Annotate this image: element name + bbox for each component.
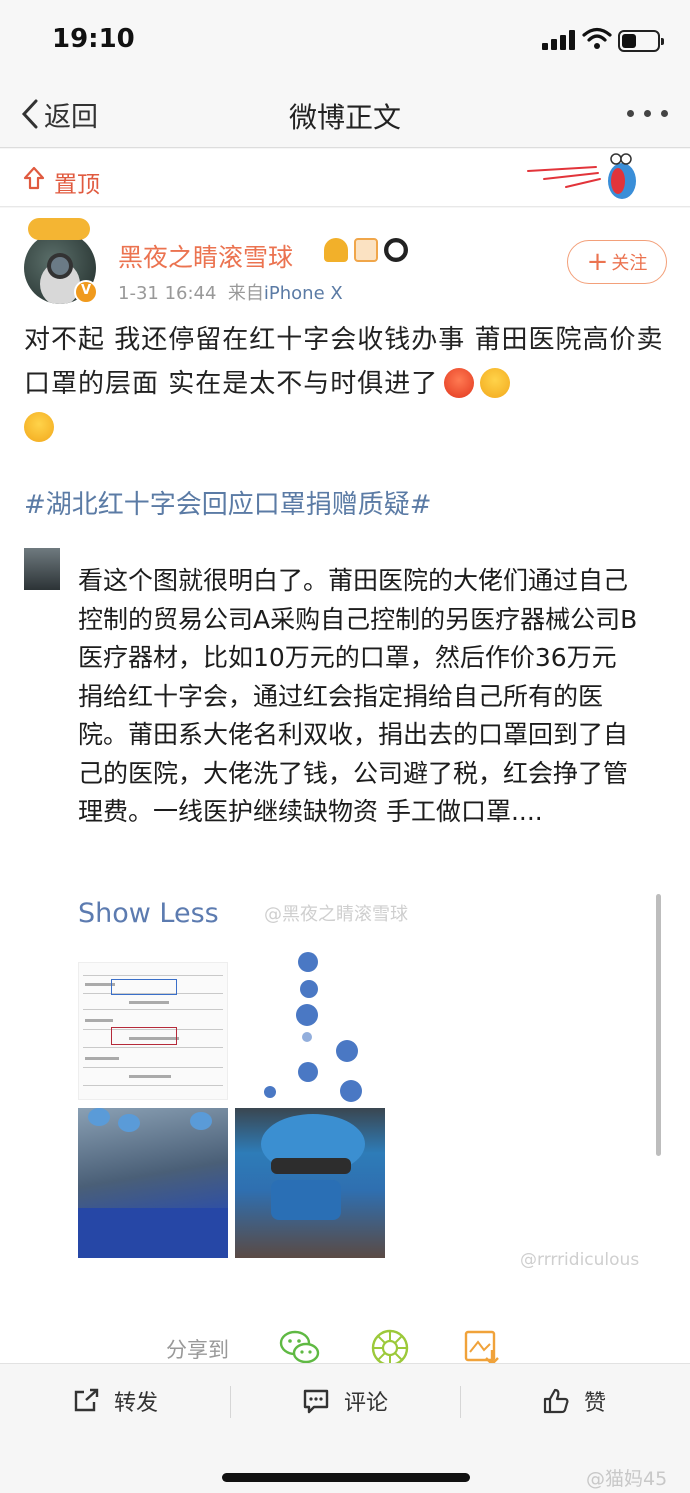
page-title: 微博正文	[288, 101, 401, 134]
thumbnail-mask-photo[interactable]	[235, 1108, 385, 1258]
signal-icon	[542, 30, 578, 50]
hashtag-link[interactable]: #湖北红十字会回应口罩捐赠质疑#	[24, 484, 432, 521]
post-text: 对不起 我还停留在红十字会收钱办事 莆田医院高价卖口罩的层面 实在是太不与时俱进…	[24, 318, 670, 450]
plus-icon: +	[586, 247, 609, 277]
share-label: 分享到	[166, 1338, 229, 1362]
avatar-badge	[28, 218, 90, 240]
repost-icon	[74, 1388, 99, 1412]
watermark: @黑夜之睛滚雪球	[264, 904, 408, 925]
battery-icon	[618, 30, 664, 52]
crying-emoji-icon	[24, 412, 54, 442]
action-bar: 转发 评论 赞 @猫妈45	[0, 1363, 690, 1493]
pin-label: 置顶	[54, 172, 100, 198]
crying-emoji-icon	[480, 368, 511, 398]
crown-icon	[324, 238, 348, 262]
watermark: @rrrridiculous	[520, 1250, 640, 1270]
thumbnail-workers-photo[interactable]	[78, 1108, 228, 1258]
scrollbar[interactable]	[656, 894, 661, 1156]
home-indicator[interactable]	[222, 1473, 470, 1482]
pin-top-icon	[23, 166, 45, 190]
source-prefix: 来自	[227, 283, 264, 304]
comment-icon	[303, 1389, 329, 1414]
divider	[460, 1386, 461, 1418]
repost-button[interactable]: 转发	[72, 1378, 158, 1424]
comment-button[interactable]: 评论	[302, 1378, 388, 1424]
share-row: 分享到	[166, 1328, 526, 1368]
post-meta: 1-31 16:44 来自iPhone X	[118, 279, 343, 305]
wifi-icon	[582, 27, 612, 49]
like-label: 赞	[584, 1391, 607, 1416]
panda-icon	[384, 238, 408, 262]
nav-bar: 返回 微博正文	[0, 80, 690, 148]
follow-label: 关注	[611, 253, 648, 274]
verified-icon	[74, 280, 98, 304]
inner-avatar	[24, 548, 60, 590]
status-time: 19:10	[52, 24, 135, 54]
embedded-text: 看这个图就很明白了。莆田医院的大佬们通过自己控制的贸易公司A采购自己控制的另医疗…	[78, 566, 638, 826]
post-card: 黑夜之睛滚雪球 1-31 16:44 来自iPhone X + 关注 对不起 我…	[0, 208, 690, 1367]
more-icon[interactable]	[627, 110, 668, 117]
thumbnail-diagram-image[interactable]	[236, 952, 386, 1102]
username[interactable]: 黑夜之睛滚雪球	[118, 238, 293, 274]
watermark: @猫妈45	[586, 1468, 668, 1490]
device-link[interactable]: iPhone X	[264, 283, 343, 304]
user-badges	[324, 238, 408, 262]
post-body: 对不起 我还停留在红十字会收钱办事 莆田医院高价卖口罩的层面 实在是太不与时俱进…	[24, 325, 664, 399]
member-badge-icon	[354, 238, 378, 262]
wechat-icon[interactable]	[278, 1328, 322, 1368]
decoration-icon	[527, 153, 636, 199]
thumbnail-table-image[interactable]	[78, 962, 228, 1100]
pin-bar: 置顶	[0, 149, 690, 207]
status-bar: 19:10	[0, 0, 690, 80]
moments-icon[interactable]	[370, 1328, 410, 1368]
like-button[interactable]: 赞	[542, 1378, 606, 1424]
angry-emoji-icon	[444, 368, 475, 398]
repost-label: 转发	[114, 1391, 159, 1416]
divider	[230, 1386, 231, 1418]
save-image-icon[interactable]	[462, 1328, 502, 1368]
show-less-link[interactable]: Show Less	[78, 898, 219, 929]
thumbs-up-icon	[543, 1388, 569, 1414]
follow-button[interactable]: + 关注	[567, 240, 667, 284]
comment-label: 评论	[344, 1391, 389, 1416]
post-timestamp: 1-31 16:44	[118, 283, 217, 304]
embedded-screenshot: 看这个图就很明白了。莆田医院的大佬们通过自己控制的贸易公司A采购自己控制的另医疗…	[24, 542, 670, 1298]
